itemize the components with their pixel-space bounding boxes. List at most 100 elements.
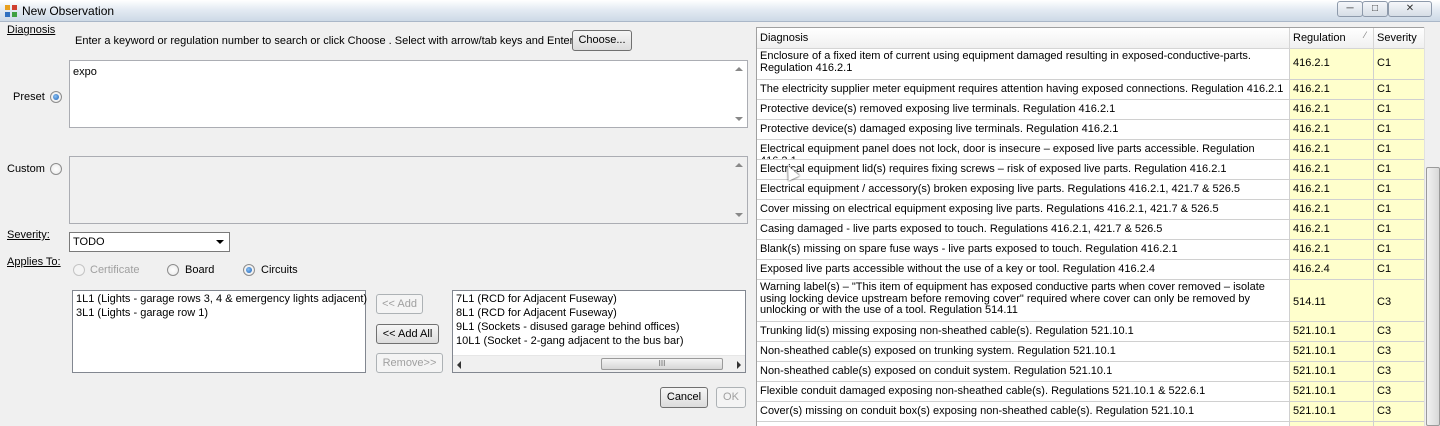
table-row[interactable]: Blank(s) missing on spare fuse ways - li… [757, 240, 1424, 260]
severity-cell[interactable]: C1 [1374, 120, 1424, 139]
table-row[interactable]: Exposed live parts accessible without th… [757, 260, 1424, 280]
regulation-cell[interactable]: 521.10.1 [1290, 382, 1374, 401]
severity-cell[interactable]: C3 [1374, 322, 1424, 341]
preset-scrollbar[interactable] [731, 61, 747, 127]
regulation-cell[interactable]: 416.2.1 [1290, 200, 1374, 219]
table-row[interactable]: Electrical equipment lid(s) requires fix… [757, 160, 1424, 180]
add-button[interactable]: << Add [376, 294, 423, 314]
table-row[interactable]: Conduit(s) damaged exposing non-sheathed… [757, 422, 1424, 426]
diagnosis-cell[interactable]: Non-sheathed cable(s) exposed on trunkin… [757, 342, 1290, 361]
custom-radio[interactable] [50, 163, 62, 175]
list-item[interactable]: 10L1 (Socket - 2-gang adjacent to the bu… [456, 335, 683, 347]
severity-cell[interactable]: C1 [1374, 180, 1424, 199]
list-item[interactable]: 3L1 (Lights - garage row 1) [76, 307, 208, 319]
regulation-cell[interactable]: 416.2.1 [1290, 220, 1374, 239]
diagnosis-cell[interactable]: Protective device(s) damaged exposing li… [757, 120, 1290, 139]
board-radio[interactable] [167, 264, 179, 276]
selected-circuits-list[interactable]: 1L1 (Lights - garage rows 3, 4 & emergen… [72, 290, 367, 373]
severity-cell[interactable]: C1 [1374, 160, 1424, 179]
table-row[interactable]: Cover missing on electrical equipment ex… [757, 200, 1424, 220]
diagnosis-cell[interactable]: Trunking lid(s) missing exposing non-she… [757, 322, 1290, 341]
table-row[interactable]: Electrical equipment panel does not lock… [757, 140, 1424, 160]
grid-scrollbar[interactable] [1424, 27, 1440, 426]
preset-textbox[interactable]: expo [69, 60, 748, 128]
scroll-right-icon[interactable] [737, 361, 741, 369]
diagnosis-cell[interactable]: Flexible conduit damaged exposing non-sh… [757, 382, 1290, 401]
scroll-down-icon[interactable] [735, 213, 743, 217]
close-button[interactable]: ✕ [1388, 1, 1432, 17]
regulation-cell[interactable]: 514.11 [1290, 280, 1374, 321]
chevron-down-icon[interactable] [216, 240, 224, 244]
list-item[interactable]: 1L1 (Lights - garage rows 3, 4 & emergen… [76, 293, 367, 305]
diagnosis-cell[interactable]: Protective device(s) removed exposing li… [757, 100, 1290, 119]
regulation-cell[interactable]: 416.2.1 [1290, 120, 1374, 139]
custom-textbox[interactable] [69, 156, 748, 224]
column-header-diagnosis[interactable]: Diagnosis [757, 28, 1290, 49]
diagnosis-cell[interactable]: Conduit(s) damaged exposing non-sheathed… [757, 422, 1290, 426]
ok-button[interactable]: OK [716, 387, 746, 408]
severity-cell[interactable]: C3 [1374, 342, 1424, 361]
list-item[interactable]: 8L1 (RCD for Adjacent Fuseway) [456, 307, 617, 319]
table-row[interactable]: Enclosure of a fixed item of current usi… [757, 49, 1424, 80]
diagnosis-cell[interactable]: Electrical equipment lid(s) requires fix… [757, 160, 1290, 179]
regulation-cell[interactable]: 521.10.1 [1290, 362, 1374, 381]
diagnosis-cell[interactable]: Enclosure of a fixed item of current usi… [757, 49, 1290, 79]
table-row[interactable]: Protective device(s) removed exposing li… [757, 100, 1424, 120]
severity-cell[interactable]: C1 [1374, 200, 1424, 219]
severity-cell[interactable]: C1 [1374, 49, 1424, 79]
column-header-regulation[interactable]: Regulation ⁄ [1290, 28, 1374, 49]
regulation-cell[interactable]: 416.2.1 [1290, 140, 1374, 159]
severity-cell[interactable]: C1 [1374, 220, 1424, 239]
table-row[interactable]: Non-sheathed cable(s) exposed on conduit… [757, 362, 1424, 382]
scroll-left-icon[interactable] [457, 361, 461, 369]
list-item[interactable]: 7L1 (RCD for Adjacent Fuseway) [456, 293, 617, 305]
table-row[interactable]: Casing damaged - live parts exposed to t… [757, 220, 1424, 240]
table-row[interactable]: Trunking lid(s) missing exposing non-she… [757, 322, 1424, 342]
minimize-button[interactable]: ─ [1337, 1, 1363, 17]
table-row[interactable]: Warning label(s) – "This item of equipme… [757, 280, 1424, 322]
table-row[interactable]: Cover(s) missing on conduit box(s) expos… [757, 402, 1424, 422]
custom-scrollbar[interactable] [731, 157, 747, 223]
remove-button[interactable]: Remove>> [376, 353, 443, 373]
severity-cell[interactable]: C1 [1374, 140, 1424, 159]
diagnosis-cell[interactable]: Warning label(s) – "This item of equipme… [757, 280, 1290, 321]
diagnosis-cell[interactable]: The electricity supplier meter equipment… [757, 80, 1290, 99]
diagnosis-cell[interactable]: Casing damaged - live parts exposed to t… [757, 220, 1290, 239]
diagnosis-cell[interactable]: Electrical equipment / accessory(s) brok… [757, 180, 1290, 199]
scroll-down-icon[interactable] [735, 117, 743, 121]
column-header-severity[interactable]: Severity [1374, 28, 1424, 49]
diagnosis-cell[interactable]: Non-sheathed cable(s) exposed on conduit… [757, 362, 1290, 381]
severity-cell[interactable]: C3 [1374, 422, 1424, 426]
severity-cell[interactable]: C1 [1374, 100, 1424, 119]
severity-cell[interactable]: C3 [1374, 362, 1424, 381]
regulation-cell[interactable]: 521.10.1 [1290, 422, 1374, 426]
list-item[interactable]: 9L1 (Sockets - disused garage behind off… [456, 321, 680, 333]
maximize-button[interactable]: □ [1362, 1, 1388, 17]
regulation-cell[interactable]: 416.2.1 [1290, 100, 1374, 119]
regulation-cell[interactable]: 416.2.1 [1290, 160, 1374, 179]
table-row[interactable]: The electricity supplier meter equipment… [757, 80, 1424, 100]
diagnosis-cell[interactable]: Cover(s) missing on conduit box(s) expos… [757, 402, 1290, 421]
diagnosis-cell[interactable]: Electrical equipment panel does not lock… [757, 140, 1290, 159]
regulation-cell[interactable]: 416.2.1 [1290, 80, 1374, 99]
regulation-cell[interactable]: 521.10.1 [1290, 322, 1374, 341]
diagnosis-grid[interactable]: Diagnosis Regulation ⁄ Severity Enclosur… [756, 27, 1424, 426]
diagnosis-cell[interactable]: Cover missing on electrical equipment ex… [757, 200, 1290, 219]
severity-cell[interactable]: C3 [1374, 402, 1424, 421]
regulation-cell[interactable]: 521.10.1 [1290, 402, 1374, 421]
available-circuits-list[interactable]: 7L1 (RCD for Adjacent Fuseway) 8L1 (RCD … [452, 290, 746, 373]
regulation-cell[interactable]: 416.2.1 [1290, 49, 1374, 79]
scroll-up-icon[interactable] [735, 67, 743, 71]
severity-cell[interactable]: C1 [1374, 260, 1424, 279]
regulation-cell[interactable]: 416.2.1 [1290, 180, 1374, 199]
severity-cell[interactable]: C1 [1374, 240, 1424, 259]
severity-cell[interactable]: C1 [1374, 80, 1424, 99]
cancel-button[interactable]: Cancel [660, 387, 708, 408]
regulation-cell[interactable]: 416.2.1 [1290, 240, 1374, 259]
diagnosis-cell[interactable]: Blank(s) missing on spare fuse ways - li… [757, 240, 1290, 259]
table-row[interactable]: Protective device(s) damaged exposing li… [757, 120, 1424, 140]
horizontal-scrollbar[interactable]: III [453, 355, 745, 372]
severity-cell[interactable]: C3 [1374, 382, 1424, 401]
scroll-thumb[interactable] [1426, 167, 1440, 426]
table-row[interactable]: Non-sheathed cable(s) exposed on trunkin… [757, 342, 1424, 362]
